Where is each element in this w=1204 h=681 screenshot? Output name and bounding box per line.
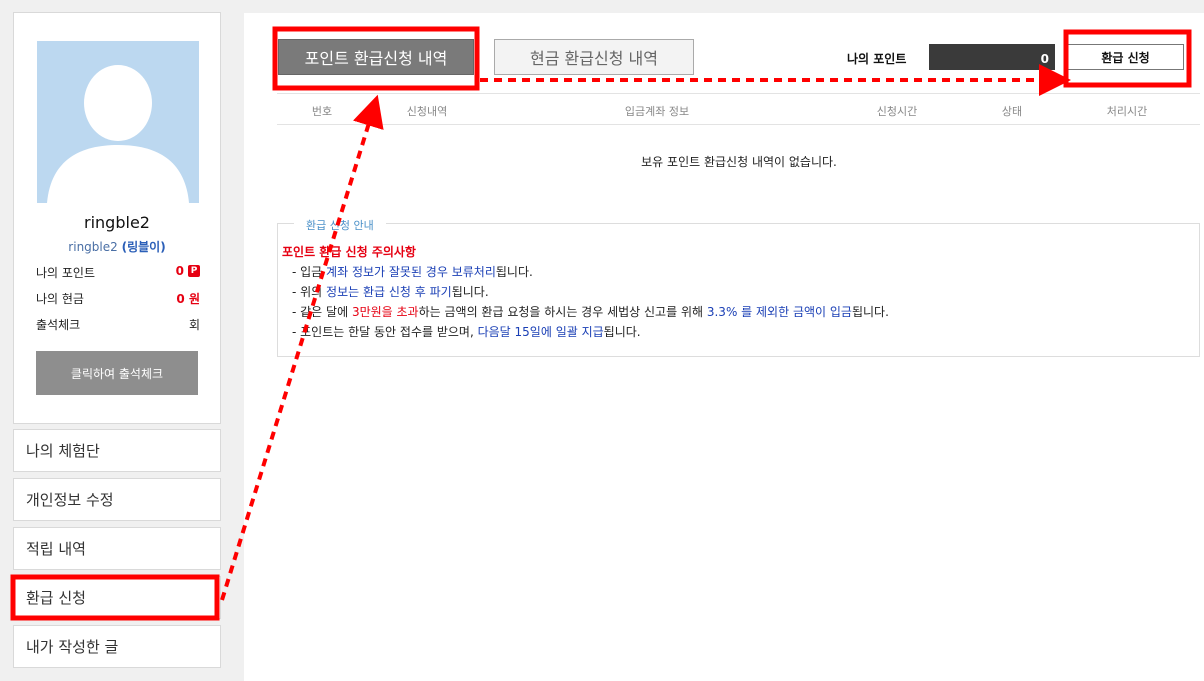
sidebar-item-edit-profile[interactable]: 개인정보 수정 (13, 478, 221, 521)
sidebar-item-my-experience[interactable]: 나의 체험단 (13, 429, 221, 472)
guide-title: 포인트 환급 신청 주의사항 (282, 245, 416, 259)
table-header: 번호 신청내역 입금계좌 정보 신청시간 상태 처리시간 (277, 93, 1200, 125)
empty-table-message: 보유 포인트 환급신청 내역이 없습니다. (641, 155, 837, 169)
stat-value: 회 (188, 318, 200, 332)
my-point-value: 0 (929, 44, 1055, 70)
guide-highlight: 정보는 환급 신청 후 파기 (326, 285, 452, 299)
guide-line: - 위의 정보는 환급 신청 후 파기됩니다. (292, 283, 489, 300)
guide-text: - 같은 달에 (292, 305, 352, 319)
user-silhouette-icon (47, 65, 189, 203)
guide-text: - 입금 (292, 265, 327, 279)
guide-highlight: 3.3% 를 제외한 금액이 입금 (706, 305, 852, 319)
guide-text: 됩니다. (451, 285, 489, 299)
guide-text: - 위의 (292, 285, 327, 299)
main-content: 포인트 환급신청 내역 현금 환급신청 내역 나의 포인트 0 환급 신청 번호… (244, 13, 1204, 681)
profile-card: ringble2 ringble2 (링블이) 나의 포인트 0 P 나의 현금… (13, 12, 221, 424)
guide-highlight: 다음달 15일에 일괄 지급 (477, 325, 604, 339)
refund-guide-box: 환급 신청 안내 포인트 환급 신청 주의사항 - 입금 계좌 정보가 잘못된 … (277, 217, 1200, 357)
profile-id: ringble2 (68, 240, 118, 254)
tab-point-refund-history[interactable]: 포인트 환급신청 내역 (278, 39, 474, 75)
tab-cash-refund-history[interactable]: 현금 환급신청 내역 (494, 39, 694, 75)
guide-text: 됩니다. (851, 305, 889, 319)
guide-line: - 입금 계좌 정보가 잘못된 경우 보류처리됩니다. (292, 263, 533, 280)
guide-text: 됩니다. (603, 325, 641, 339)
point-badge-icon: P (188, 265, 200, 277)
column-header: 처리시간 (1106, 105, 1148, 118)
profile-nickname-line: ringble2 (링블이) (14, 238, 220, 255)
stat-label: 나의 현금 (36, 292, 84, 306)
guide-highlight: 3만원을 초과 (351, 305, 419, 319)
column-header: 상태 (1001, 105, 1023, 118)
profile-username: ringble2 (84, 213, 150, 232)
stat-value: 0 원 (176, 292, 200, 306)
guide-line: - 포인트는 한달 동안 접수를 받으며, 다음달 15일에 일괄 지급됩니다. (292, 323, 641, 340)
refund-request-button[interactable]: 환급 신청 (1067, 44, 1184, 70)
guide-legend: 환급 신청 안내 (294, 217, 386, 233)
stat-my-points: 나의 포인트 0 P (36, 264, 200, 282)
column-header: 신청내역 (406, 105, 448, 118)
guide-text: - 포인트는 한달 동안 접수를 받으며, (292, 325, 478, 339)
column-header: 입금계좌 정보 (624, 105, 690, 118)
guide-highlight: 계좌 정보가 잘못된 경우 보류처리 (326, 265, 496, 279)
stat-my-cash: 나의 현금 0 원 (36, 290, 200, 308)
stat-label: 출석체크 (36, 318, 81, 332)
sidebar-item-refund-request[interactable]: 환급 신청 (13, 576, 221, 619)
guide-line: - 같은 달에 3만원을 초과하는 금액의 환급 요청을 하시는 경우 세법상 … (292, 303, 889, 320)
avatar (37, 41, 199, 203)
column-header: 번호 (311, 105, 333, 118)
profile-nickname: (링블이) (121, 240, 166, 254)
sidebar-item-earnings[interactable]: 적립 내역 (13, 527, 221, 570)
sidebar: ringble2 ringble2 (링블이) 나의 포인트 0 P 나의 현금… (0, 0, 244, 681)
sidebar-item-my-posts[interactable]: 내가 작성한 글 (13, 625, 221, 668)
column-header: 신청시간 (876, 105, 918, 118)
my-point-label: 나의 포인트 (847, 52, 907, 66)
guide-text: 됩니다. (495, 265, 533, 279)
guide-text: 하는 금액의 환급 요청을 하시는 경우 세법상 신고를 위해 (418, 305, 707, 319)
attendance-check-button[interactable]: 클릭하여 출석체크 (36, 351, 198, 395)
stat-attendance: 출석체크 회 (36, 316, 200, 334)
stat-label: 나의 포인트 (36, 266, 96, 280)
stat-value: 0 (175, 264, 184, 278)
